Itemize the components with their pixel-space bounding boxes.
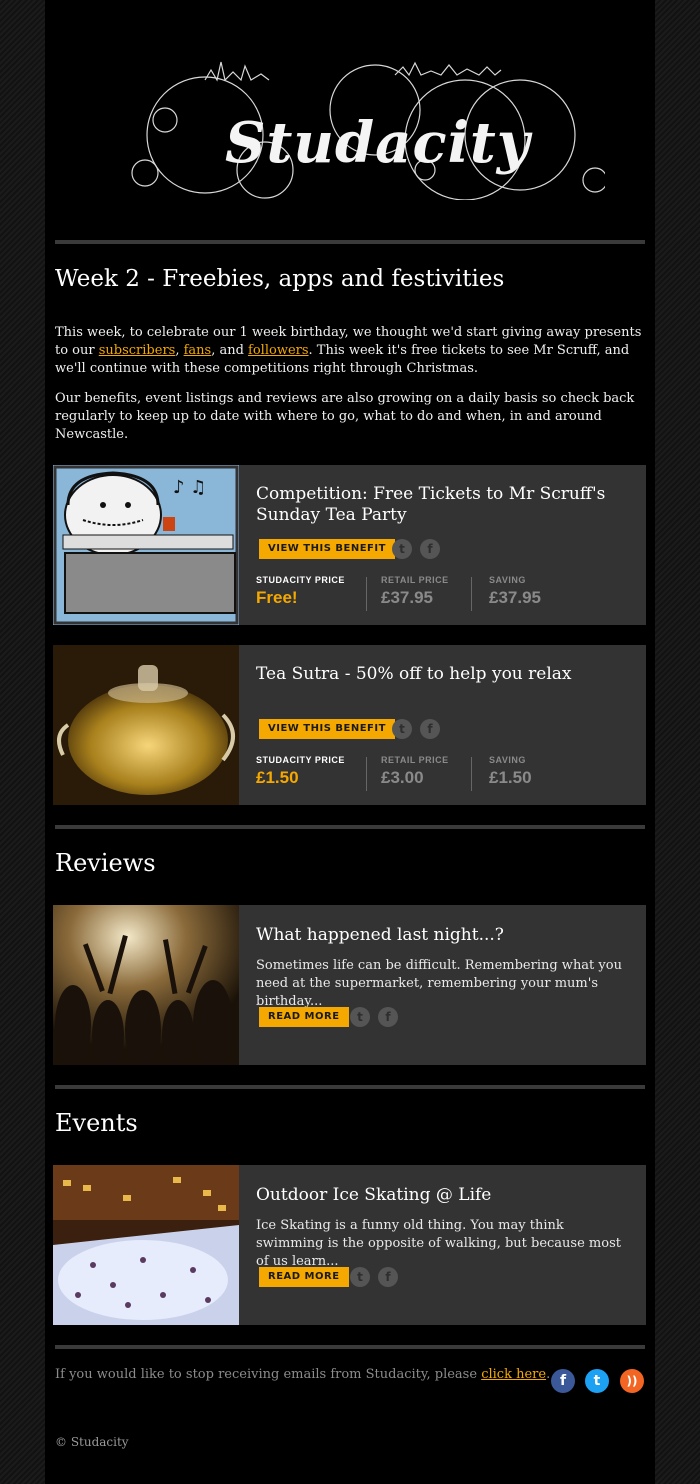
section-divider [55,1345,645,1349]
copyright: © Studacity [55,1435,129,1449]
review-title[interactable]: What happened last night...? [256,925,626,946]
facebook-share-icon[interactable]: f [420,719,440,739]
view-benefit-button[interactable]: VIEW THIS BENEFIT [259,719,395,739]
studacity-price-label: STUDACITY PRICE [256,755,345,765]
dj-cartoon-image: ♪ ♫ [53,465,239,625]
teapot-image [53,645,239,805]
retail-price: RETAIL PRICE £37.95 [381,575,449,611]
review-image-crowd[interactable] [53,905,239,1065]
fans-link[interactable]: fans [184,343,212,358]
saving-value: £37.95 [489,588,541,607]
svg-text:♪ ♫: ♪ ♫ [173,477,206,498]
twitter-share-icon[interactable]: t [350,1267,370,1287]
saving-label: SAVING [489,755,526,765]
section-divider [55,240,645,244]
intro-text: This week, to celebrate our 1 week birth… [55,324,647,456]
view-benefit-button[interactable]: VIEW THIS BENEFIT [259,539,395,559]
event-card: Outdoor Ice Skating @ Life Ice Skating i… [53,1165,646,1325]
twitter-share-icon[interactable]: t [392,719,412,739]
saving: SAVING £37.95 [489,575,541,611]
facebook-icon[interactable]: f [551,1369,575,1393]
event-image-ice-skating[interactable] [53,1165,239,1325]
rss-icon[interactable]: )) [620,1369,644,1393]
benefit-image-mr-scruff[interactable]: ♪ ♫ [53,465,239,625]
studacity-logo[interactable]: Studacity [105,40,605,200]
intro-paragraph-2: Our benefits, event listings and reviews… [55,391,635,442]
studacity-price-label: STUDACITY PRICE [256,575,345,585]
benefit-prices: STUDACITY PRICE £1.50 RETAIL PRICE £3.00… [256,755,646,795]
newsletter-heading: Week 2 - Freebies, apps and festivities [55,266,505,292]
studacity-price: STUDACITY PRICE £1.50 [256,755,345,791]
ice-rink-image [53,1165,239,1325]
benefit-prices: STUDACITY PRICE Free! RETAIL PRICE £37.9… [256,575,646,615]
unsubscribe-text: If you would like to stop receiving emai… [55,1367,550,1382]
twitter-share-icon[interactable]: t [350,1007,370,1027]
subscribers-link[interactable]: subscribers [99,343,176,358]
retail-price-value: £3.00 [381,768,424,787]
events-heading: Events [55,1109,138,1137]
event-excerpt: Ice Skating is a funny old thing. You ma… [256,1218,621,1269]
logo-wordmark: Studacity [225,110,531,176]
saving: SAVING £1.50 [489,755,532,791]
twitter-share-icon[interactable]: t [392,539,412,559]
studacity-price: STUDACITY PRICE Free! [256,575,345,611]
unsubscribe-text-span: . [546,1367,551,1382]
price-separator [366,757,367,791]
price-separator [471,757,472,791]
price-separator [366,577,367,611]
benefit-title[interactable]: Competition: Free Tickets to Mr Scruff's… [256,484,626,526]
retail-price-value: £37.95 [381,588,433,607]
crowd-image [53,905,239,1065]
intro-text-span: , [175,343,184,358]
retail-price-label: RETAIL PRICE [381,575,449,585]
studacity-price-value: Free! [256,588,298,607]
retail-price: RETAIL PRICE £3.00 [381,755,449,791]
event-title[interactable]: Outdoor Ice Skating @ Life [256,1185,626,1206]
intro-text-span: , and [211,343,249,358]
intro-paragraph-1: This week, to celebrate our 1 week birth… [55,324,647,378]
section-divider [55,825,645,829]
benefit-image-teapot[interactable] [53,645,239,805]
price-separator [471,577,472,611]
facebook-share-icon[interactable]: f [420,539,440,559]
followers-link[interactable]: followers [248,343,309,358]
unsubscribe-link[interactable]: click here [481,1367,546,1382]
studacity-price-value: £1.50 [256,768,299,787]
saving-value: £1.50 [489,768,532,787]
email-container: Studacity Week 2 - Freebies, apps and fe… [45,0,655,1484]
section-divider [55,1085,645,1089]
twitter-icon[interactable]: t [585,1369,609,1393]
retail-price-label: RETAIL PRICE [381,755,449,765]
saving-label: SAVING [489,575,526,585]
benefit-title[interactable]: Tea Sutra - 50% off to help you relax [256,664,626,685]
read-more-button[interactable]: READ MORE [259,1267,349,1287]
reviews-heading: Reviews [55,849,156,877]
unsubscribe-text-span: If you would like to stop receiving emai… [55,1367,482,1382]
facebook-share-icon[interactable]: f [378,1007,398,1027]
review-excerpt: Sometimes life can be difficult. Remembe… [256,958,622,1009]
benefit-card: Tea Sutra - 50% off to help you relax VI… [53,645,646,805]
read-more-button[interactable]: READ MORE [259,1007,349,1027]
facebook-share-icon[interactable]: f [378,1267,398,1287]
review-card: What happened last night...? Sometimes l… [53,905,646,1065]
benefit-card: ♪ ♫ Competition: Free Tickets to Mr Scru… [53,465,646,625]
